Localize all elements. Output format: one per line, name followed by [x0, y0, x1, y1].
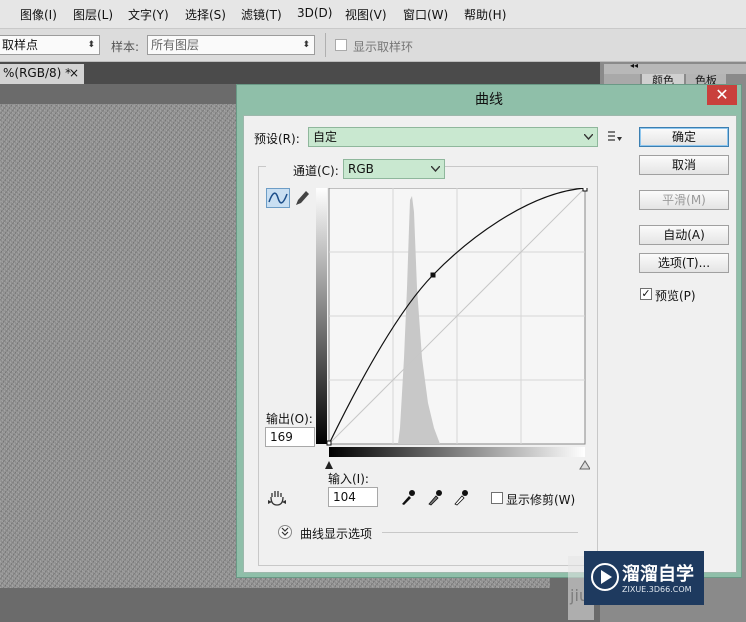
- dialog-body: 预设(R): 自定 确定 取消 平滑(M) 自动(A) 选项(T)... ✓ 预…: [243, 115, 737, 573]
- menu-3d[interactable]: 3D(D): [297, 6, 332, 20]
- ok-button[interactable]: 确定: [639, 127, 729, 147]
- document-tab-label: %(RGB/8) *: [3, 66, 72, 80]
- preset-label: 预设(R):: [254, 132, 300, 146]
- expand-options-button[interactable]: [278, 525, 292, 539]
- curve-control-point[interactable]: [430, 272, 436, 278]
- document-tab[interactable]: %(RGB/8) * ×: [0, 64, 84, 84]
- menu-window[interactable]: 窗口(W): [403, 6, 448, 23]
- channel-value: RGB: [348, 162, 374, 176]
- curve-endpoint-white[interactable]: [582, 188, 588, 192]
- menu-image[interactable]: 图像(I): [20, 6, 57, 23]
- menu-select[interactable]: 选择(S): [185, 6, 226, 23]
- curve-display-options-label: 曲线显示选项: [300, 527, 373, 541]
- curves-graph[interactable]: [316, 188, 590, 478]
- gray-eyedropper-icon[interactable]: [427, 488, 443, 506]
- menu-layer[interactable]: 图层(L): [73, 6, 113, 23]
- show-ring-checkbox[interactable]: [335, 39, 347, 51]
- preview-label: 预览(P): [655, 289, 696, 303]
- input-label: 输入(I):: [328, 472, 369, 486]
- curves-dialog: 曲线 ✕ 预设(R): 自定 确定 取消 平滑(M) 自动(A) 选项(T)..…: [236, 84, 742, 578]
- black-eyedropper-icon[interactable]: [400, 488, 416, 506]
- curve-endpoint-black[interactable]: [326, 440, 332, 446]
- divider: [382, 532, 578, 533]
- curve-tool-icon: [268, 192, 288, 204]
- sample-size-select[interactable]: 取样点 ⬍: [0, 35, 100, 55]
- show-clipping-checkbox[interactable]: [491, 492, 503, 504]
- output-value: 169: [270, 430, 293, 444]
- output-gradient-bar: [316, 188, 327, 444]
- preview-checkbox[interactable]: ✓: [640, 288, 652, 300]
- menu-bar: 图像(I) 图层(L) 文字(Y) 选择(S) 滤镜(T) 3D(D) 视图(V…: [0, 0, 746, 29]
- play-logo-icon: [591, 563, 619, 591]
- options-bar: 取样点 ⬍ 样本: 所有图层 ⬍ 显示取样环: [0, 29, 746, 62]
- menu-type[interactable]: 文字(Y): [128, 6, 169, 23]
- white-point-slider[interactable]: [579, 460, 590, 470]
- sample-layers-value: 所有图层: [151, 38, 200, 52]
- cancel-button[interactable]: 取消: [639, 155, 729, 175]
- dialog-title: 曲线: [475, 92, 503, 108]
- watermark-brand: 溜溜自学: [622, 564, 694, 585]
- preset-value: 自定: [313, 130, 338, 144]
- sample-label: 样本:: [111, 40, 140, 54]
- sample-layers-select[interactable]: 所有图层 ⬍: [147, 35, 315, 55]
- pencil-icon[interactable]: [294, 189, 310, 207]
- output-field[interactable]: 169: [265, 427, 315, 447]
- black-point-slider[interactable]: [325, 461, 333, 469]
- preset-select[interactable]: 自定: [308, 127, 598, 147]
- menu-view[interactable]: 视图(V): [345, 6, 387, 23]
- on-image-adjust-hand-icon[interactable]: [268, 488, 288, 508]
- menu-help[interactable]: 帮助(H): [464, 6, 506, 23]
- smooth-button[interactable]: 平滑(M): [639, 190, 729, 210]
- output-label: 输出(O):: [266, 412, 313, 426]
- panel-header: ◂◂: [604, 61, 746, 74]
- input-field[interactable]: 104: [328, 487, 378, 507]
- collapse-arrows-icon[interactable]: ◂◂: [630, 61, 638, 70]
- white-eyedropper-icon[interactable]: [453, 488, 469, 506]
- document-tab-bar: %(RGB/8) * ×: [0, 62, 600, 84]
- input-gradient-bar: [329, 447, 585, 457]
- watermark-logo: 溜溜自学 ZIXUE.3D66.COM: [584, 551, 704, 605]
- channel-select[interactable]: RGB: [343, 159, 445, 179]
- input-value: 104: [333, 490, 356, 504]
- preset-options-icon[interactable]: [608, 131, 622, 143]
- auto-button[interactable]: 自动(A): [639, 225, 729, 245]
- close-button[interactable]: ✕: [707, 85, 737, 105]
- divider: [325, 33, 326, 57]
- show-clipping-label: 显示修剪(W): [506, 493, 576, 507]
- curve-point-tool-button[interactable]: [266, 188, 290, 208]
- sample-size-value: 取样点: [2, 38, 39, 52]
- updown-arrow-icon: ⬍: [302, 40, 310, 50]
- channel-label: 通道(C):: [293, 164, 339, 178]
- double-chevron-down-icon: [281, 527, 289, 536]
- close-icon[interactable]: ×: [69, 64, 79, 82]
- options-button[interactable]: 选项(T)...: [639, 253, 729, 273]
- chevron-down-icon: [584, 134, 593, 140]
- updown-arrow-icon: ⬍: [87, 40, 95, 50]
- watermark-url: ZIXUE.3D66.COM: [622, 585, 692, 594]
- show-ring-label: 显示取样环: [353, 40, 414, 54]
- menu-filter[interactable]: 滤镜(T): [241, 6, 282, 23]
- chevron-down-icon: [431, 166, 440, 172]
